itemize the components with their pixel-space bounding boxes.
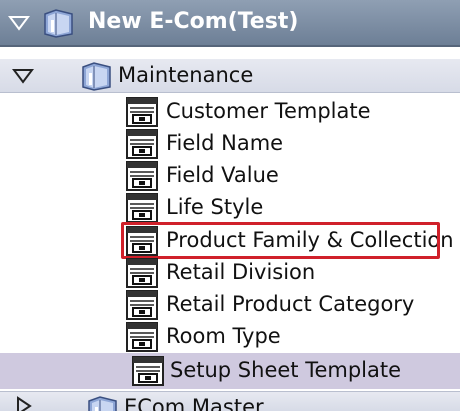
tree-panel: New E-Com(Test) Maintenance Customer Tem… <box>0 0 460 411</box>
form-icon <box>132 356 164 386</box>
form-icon <box>126 193 158 223</box>
tree-item-setup-sheet-template[interactable]: Setup Sheet Template <box>0 353 460 389</box>
tree-item-label: Field Value <box>166 163 279 187</box>
tree-item-label: Retail Division <box>166 260 316 284</box>
tree-item-label: Customer Template <box>166 99 371 123</box>
tree-group-ecom-master[interactable]: ECom Master <box>0 391 460 411</box>
tree-item-field-value[interactable]: Field Value <box>0 160 460 192</box>
tree-item-label: Life Style <box>166 195 264 219</box>
tree-item-field-name[interactable]: Field Name <box>0 128 460 160</box>
root-node-label: New E-Com(Test) <box>88 9 299 34</box>
folder-icon <box>86 394 120 411</box>
tree-item-customer-template[interactable]: Customer Template <box>0 96 460 128</box>
form-icon <box>126 97 158 127</box>
expand-triangle-icon[interactable] <box>16 396 32 411</box>
highlight-box <box>121 222 440 259</box>
tree-item-life-style[interactable]: Life Style <box>0 192 460 224</box>
tree-item-label: Field Name <box>166 131 284 155</box>
group-label: ECom Master <box>124 395 264 411</box>
tree-item-label: Room Type <box>166 324 281 348</box>
collapse-triangle-icon[interactable] <box>12 68 34 84</box>
tree-item-retail-product-category[interactable]: Retail Product Category <box>0 289 460 321</box>
form-icon <box>126 322 158 352</box>
tree-item-retail-division[interactable]: Retail Division <box>0 257 460 289</box>
collapse-triangle-icon[interactable] <box>8 15 30 31</box>
tree-item-label: Setup Sheet Template <box>170 358 402 382</box>
form-icon <box>126 129 158 159</box>
tree-item-label: Retail Product Category <box>166 292 415 316</box>
tree-root-node[interactable]: New E-Com(Test) <box>0 0 460 47</box>
form-icon <box>126 258 158 288</box>
tree-item-room-type[interactable]: Room Type <box>0 321 460 353</box>
form-icon <box>126 161 158 191</box>
group-label: Maintenance <box>118 63 254 87</box>
tree-group-maintenance[interactable]: Maintenance <box>0 59 460 93</box>
form-icon <box>126 290 158 320</box>
folder-icon <box>42 7 76 39</box>
folder-icon <box>80 60 114 92</box>
